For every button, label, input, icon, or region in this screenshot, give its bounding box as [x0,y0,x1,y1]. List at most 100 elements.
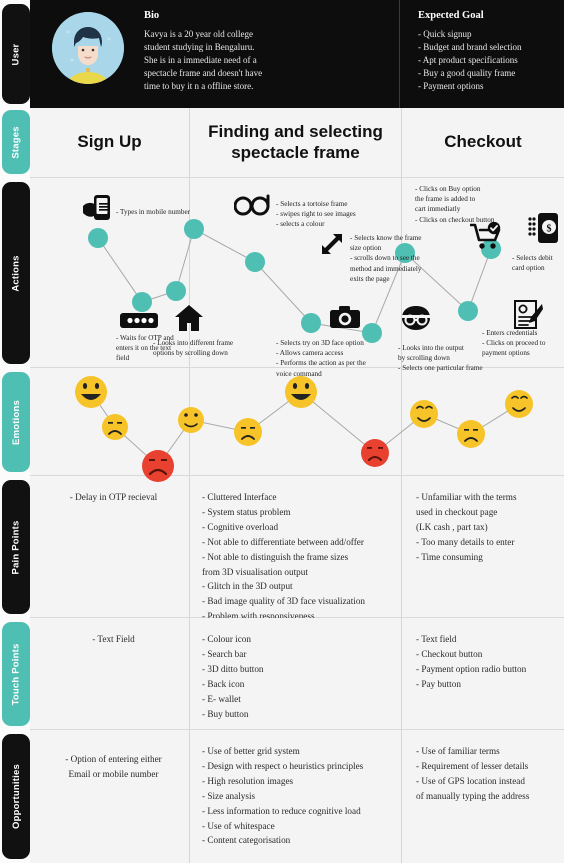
caption-line: card option [512,264,545,273]
caption-line: voice command [276,369,322,378]
journey-grid: Bio Kavya is a 20 year old college stude… [30,0,564,863]
rail-tab-touch-points: Touch Points [2,622,30,726]
expected-goal-cell: Expected Goal - Quick signup - Budget an… [400,0,564,108]
opp-item: - High resolution images [202,775,294,786]
goal-item: - Budget and brand selection [418,42,522,53]
rail-tab-stages: Stages [2,110,30,174]
caption-line: - Allows camera access [276,349,344,358]
caption-line: payment options [482,349,530,358]
user-row: Bio Kavya is a 20 year old college stude… [30,0,564,108]
pain-item: - Delay in OTP recieval [69,492,158,502]
caption-line: - Selects a tortoise frame [276,200,348,208]
pain-item: - Cognitive overload [202,521,279,532]
bio-title: Bio [144,10,160,21]
caption-line: - Enters credentials [482,329,538,337]
expected-goal-title: Expected Goal [418,10,484,21]
touch-item: - Checkout button [416,648,483,659]
emotions-col-checkout [402,368,564,475]
rail-label-stages: Stages [10,125,22,159]
bio-line: Kavya is a 20 year old college [144,29,253,39]
touch-points-row: - Text Field - Colour icon - Search bar … [30,618,564,730]
opp-col-signup: - Option of entering either Email or mob… [30,730,190,863]
caption-line: by scrolling down [398,354,450,363]
caption-tortoise-frame: - Selects a tortoise frame - swipes righ… [276,199,356,230]
opp-item: - Option of entering either [65,754,162,764]
opportunities-row: - Option of entering either Email or mob… [30,730,564,863]
pain-item: - Cluttered Interface [202,492,277,502]
bio-text-block: Bio Kavya is a 20 year old college stude… [124,10,262,108]
pain-item: - Not able to differentiate between add/… [202,536,364,547]
opp-item: - Use of whitespace [202,820,275,831]
rail-tab-actions: Actions [2,182,30,364]
caption-buy-option: - Clicks on Buy option the frame is adde… [415,184,494,225]
caption-line: - scrolls down to see the [350,254,420,263]
touch-item: - Colour icon [202,634,251,644]
touch-item: - Pay button [416,678,461,689]
face-glasses-icon [400,305,432,336]
rail-label-opportunities: Opportunities [10,764,22,829]
caption-line: - Performs the action as per the [276,359,366,368]
opp-item: - Use of familiar terms [416,746,500,756]
pain-item: (LK cash , part tax) [416,521,488,532]
rail-tab-pain-points: Pain Points [2,480,30,614]
opp-item: - Use of better grid system [202,746,300,756]
opp-col-finding: - Use of better grid system - Design wit… [190,730,402,863]
caption-line: - selects a colour [276,220,325,229]
caption-line: - Clicks on proceed to [482,339,546,348]
touch-item: - 3D ditto button [202,663,264,674]
pain-col-signup: - Delay in OTP recieval [30,476,190,617]
bio-line: She is in a immediate need of a [144,55,257,66]
pain-item: - Glitch in the 3D output [202,581,293,592]
caption-try-on-3d: - Selects try on 3D face option - Allows… [276,338,366,379]
bio-line: student studying in Bengaluru. [144,42,255,53]
touch-col-finding: - Colour icon - Search bar - 3D ditto bu… [190,618,402,729]
caption-line: - Selects debit [512,254,553,262]
rail-label-actions: Actions [10,254,22,292]
pain-item: from 3D visualisation output [202,566,308,577]
caption-credentials: - Enters credentials - Clicks on proceed… [482,328,545,359]
pain-item: - Too many details to enter [416,536,515,547]
opp-item: - Requirement of lesser details [416,760,529,771]
caption-looks-output: - Looks into the output by scrolling dow… [398,343,483,374]
stages-row: Sign Up Finding and selecting spectacle f… [30,108,564,178]
opp-col-checkout: - Use of familiar terms - Requirement of… [402,730,564,863]
caption-line: - Clicks on Buy option [415,185,481,193]
bio-line: time to buy it n a offline store. [144,81,254,92]
stage-checkout: Checkout [444,132,522,152]
caption-frame-size: - Selects know the frame size option - s… [350,233,421,284]
resize-arrows-icon [320,232,344,261]
rail-tab-emotions: Emotions [2,372,30,472]
rail-tab-opportunities: Opportunities [2,734,30,859]
rail-label-pain-points: Pain Points [10,520,22,574]
caption-line: - Selects try on 3D face option [276,339,364,347]
touch-item: - Search bar [202,648,247,659]
touch-item: - Text field [416,634,457,644]
row-label-rail: User Stages Actions Emotions Pain Points… [0,0,30,863]
caption-browse-frames: - Looks into different frame options by … [153,338,233,358]
pain-item: - Not able to distinguish the frame size… [202,551,349,562]
pain-col-finding: - Cluttered Interface - System status pr… [190,476,402,621]
expected-goal-list: - Quick signup - Budget and brand select… [418,28,564,93]
caption-line: method and immediately [350,264,422,273]
caption-line: exits the page [350,274,390,283]
touch-item: - Text Field [92,634,135,644]
opp-item: - Use of GPS location instead [416,775,525,786]
caption-types-mobile: - Types in mobile number [116,207,190,217]
caption-line: - Selects know the frame [350,234,422,242]
journey-map: User Stages Actions Emotions Pain Points… [0,0,564,863]
touch-item: - Payment option radio button [416,663,527,674]
touch-item: - Back icon [202,678,245,689]
mobile-payment-icon: $ [527,212,559,249]
pain-item: used in checkout page [416,506,498,517]
rail-label-user: User [10,43,22,65]
caption-line: options by scrolling down [153,349,228,358]
bio-cell: Bio Kavya is a 20 year old college stude… [30,0,400,108]
touch-col-signup: - Text Field [30,618,190,729]
caption-line: - Clicks on checkout button [415,215,495,224]
pain-item: - Unfamiliar with the terms [416,492,517,502]
goal-item: - Apt product specifications [418,55,518,66]
pain-item: - Bad image quality of 3D face visualiza… [202,596,366,607]
emotions-col-finding [190,368,402,475]
opp-item: - Design with respect o heuristics princ… [202,760,364,771]
caption-line: cart immediatly [415,205,461,214]
